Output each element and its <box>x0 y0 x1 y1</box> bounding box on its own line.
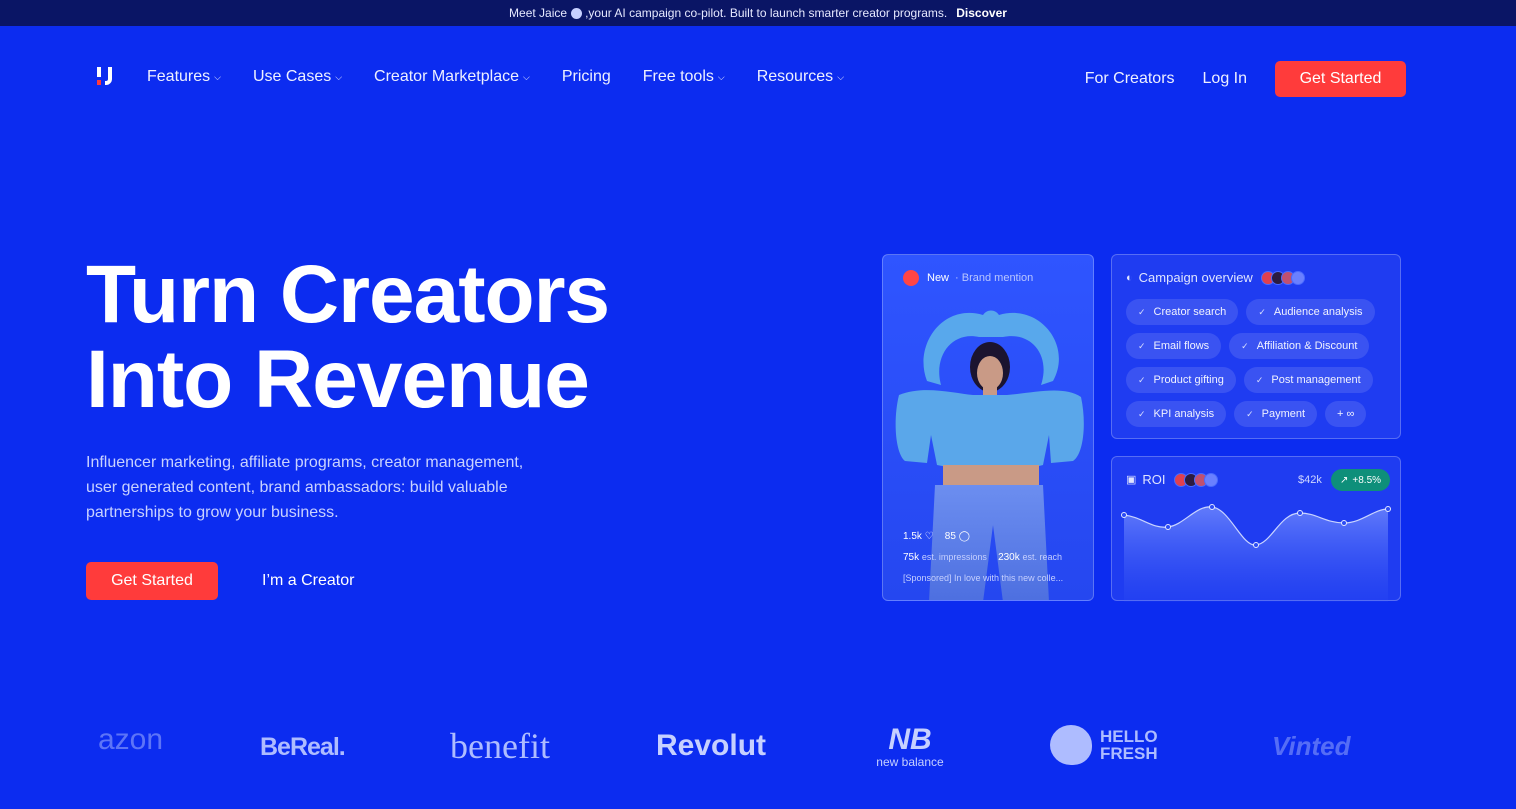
pill-kpi-analysis[interactable]: ✓ KPI analysis <box>1126 401 1227 427</box>
chevron-down-icon: ⌵ <box>335 71 343 82</box>
comments-count: 85 <box>944 531 956 542</box>
check-icon: ✓ <box>1246 408 1254 419</box>
nav-label: Resources <box>756 68 834 85</box>
hero-title-line-2: Into Revenue <box>86 334 590 425</box>
creator-avatars <box>1260 270 1305 285</box>
check-icon: ✓ <box>1138 340 1146 351</box>
nav-item-free-tools[interactable]: Free tools ⌵ <box>643 68 725 86</box>
likes-count: 1.5k <box>903 531 922 542</box>
nav-label: Pricing <box>561 68 611 85</box>
brand-logo-icon[interactable] <box>95 65 117 87</box>
logo-revolut: Revolut <box>656 729 767 762</box>
trend-up-icon: ↗ <box>1340 474 1349 486</box>
im-a-creator-link[interactable]: I’m a Creator <box>262 572 354 590</box>
main-nav: Features ⌵ Use Cases ⌵ Creator Marketplace… <box>0 26 1516 126</box>
nav-label: Free tools <box>642 68 714 85</box>
check-icon: ✓ <box>1138 374 1146 385</box>
nav-item-creator-marketplace[interactable]: Creator Marketplace ⌵ <box>374 68 530 86</box>
creator-avatars <box>1173 472 1218 487</box>
campaign-overview-card: ◐ Campaign overview ✓ Creator search ✓ Aud… <box>1111 254 1401 439</box>
nav-menu: Features ⌵ Use Cases ⌵ Creator Marketplace… <box>147 68 876 86</box>
roi-card: ▣ ROI $42k ↗ +8.5% <box>1111 456 1401 602</box>
logo-hellofresh: HELLO FRESH <box>1050 725 1170 765</box>
nav-item-pricing[interactable]: Pricing <box>562 68 611 86</box>
check-icon: ✓ <box>1258 306 1266 317</box>
pill-audience-analysis[interactable]: ✓ Audience analysis <box>1246 299 1375 325</box>
campaign-icon: ◐ <box>1126 271 1133 284</box>
discover-link[interactable]: Discover <box>956 6 1007 20</box>
reach-label: est. reach <box>1022 552 1063 562</box>
nav-item-resources[interactable]: Resources ⌵ <box>757 68 844 86</box>
chevron-down-icon: ⌵ <box>717 71 725 82</box>
campaign-title-text: Campaign overview <box>1138 270 1253 285</box>
post-tag-sub: · Brand mention <box>955 272 1034 284</box>
post-header: New · Brand mention <box>903 270 1033 286</box>
post-stats: 1.5k ♡ 85 ◯ 75k est. impressions 230k es… <box>903 531 1062 573</box>
check-icon: ✓ <box>1138 306 1146 317</box>
roi-sparkline <box>1121 504 1391 602</box>
nav-right: For Creators Log In Get Started <box>1085 61 1406 97</box>
feature-pills: ✓ Creator search ✓ Audience analysis ✓ Emai… <box>1126 299 1396 435</box>
pill-affiliation-discount[interactable]: ✓ Affiliation & Discount <box>1229 333 1370 359</box>
nav-label: Use Cases <box>252 68 332 85</box>
for-creators-link[interactable]: For Creators <box>1085 70 1175 88</box>
impressions-value: 75k <box>903 552 920 563</box>
nav-item-features[interactable]: Features ⌵ <box>147 68 221 86</box>
get-started-button[interactable]: Get Started <box>1275 61 1406 97</box>
login-link[interactable]: Log In <box>1203 70 1247 88</box>
post-tag: New <box>927 272 950 284</box>
nav-label: Features <box>147 68 211 85</box>
pill-post-management[interactable]: ✓ Post management <box>1243 367 1373 393</box>
chevron-down-icon: ⌵ <box>837 71 845 82</box>
heart-icon: ♡ <box>924 531 934 542</box>
new-balance-text: new balance <box>876 755 944 769</box>
check-icon: ✓ <box>1255 374 1264 385</box>
hero-ctas: Get Started I’m a Creator <box>86 562 354 600</box>
check-icon: ✓ <box>1138 408 1146 419</box>
brand-mention-card: New · Brand mention 1.5k ♡ 85 ◯ 75k est.… <box>882 254 1094 601</box>
campaign-title: ◐ Campaign overview <box>1126 270 1305 285</box>
roi-growth-badge: ↗ +8.5% <box>1331 469 1391 491</box>
pill-email-flows[interactable]: ✓ Email flows <box>1126 333 1222 359</box>
pill-product-gifting[interactable]: ✓ Product gifting <box>1126 367 1236 393</box>
hero-title: Turn Creators Into Revenue <box>86 249 610 425</box>
hellofresh-text: HELLO FRESH <box>1100 727 1158 763</box>
logo-benefit: benefit <box>450 726 550 766</box>
hellofresh-leaf-icon <box>1050 725 1092 765</box>
roi-title: ▣ ROI <box>1126 472 1218 487</box>
hero-title-line-1: Turn Creators <box>86 249 610 340</box>
pill-more[interactable]: + ∞ <box>1325 401 1367 427</box>
brand-logos: azon BeReal. benefit Revolut NB new bala… <box>0 715 1516 785</box>
roi-amount: $42k <box>1298 474 1322 486</box>
banner-text-end: ,your AI campaign co-pilot. Built to lau… <box>585 6 948 20</box>
impressions-label: est. impressions <box>921 552 987 562</box>
banner-text-start: Meet Jaice <box>509 6 568 20</box>
avatar <box>1290 270 1305 285</box>
logo-vinted: Vinted <box>1272 731 1351 761</box>
logo-new-balance: NB new balance <box>868 723 952 770</box>
announcement-banner: Meet Jaice ,your AI campaign co-pilot. B… <box>0 0 1516 26</box>
post-caption: [Sponsored] In love with this new colle.… <box>903 573 1064 583</box>
chevron-down-icon: ⌵ <box>214 71 221 82</box>
pill-creator-search[interactable]: ✓ Creator search <box>1126 299 1239 325</box>
comment-icon: ◯ <box>958 531 970 542</box>
chevron-down-icon: ⌵ <box>523 71 530 82</box>
logo-amazon: azon <box>98 723 164 756</box>
avatar <box>1203 472 1218 487</box>
nav-item-use-cases[interactable]: Use Cases ⌵ <box>253 68 342 86</box>
hero-subtitle: Influencer marketing, affiliate programs… <box>86 454 524 521</box>
pill-payment[interactable]: ✓ Payment <box>1234 401 1318 427</box>
hero-get-started-button[interactable]: Get Started <box>86 562 218 600</box>
nb-mark-icon: NB <box>888 723 932 756</box>
roi-title-text: ROI <box>1142 472 1166 487</box>
reach-value: 230k <box>998 552 1020 563</box>
brand-avatar-icon <box>903 270 919 286</box>
nav-label: Creator Marketplace <box>374 68 519 85</box>
money-icon: ▣ <box>1126 474 1137 486</box>
logo-bereal: BeReal. <box>260 733 346 761</box>
jaice-avatar-icon <box>571 7 583 19</box>
check-icon: ✓ <box>1241 340 1249 351</box>
